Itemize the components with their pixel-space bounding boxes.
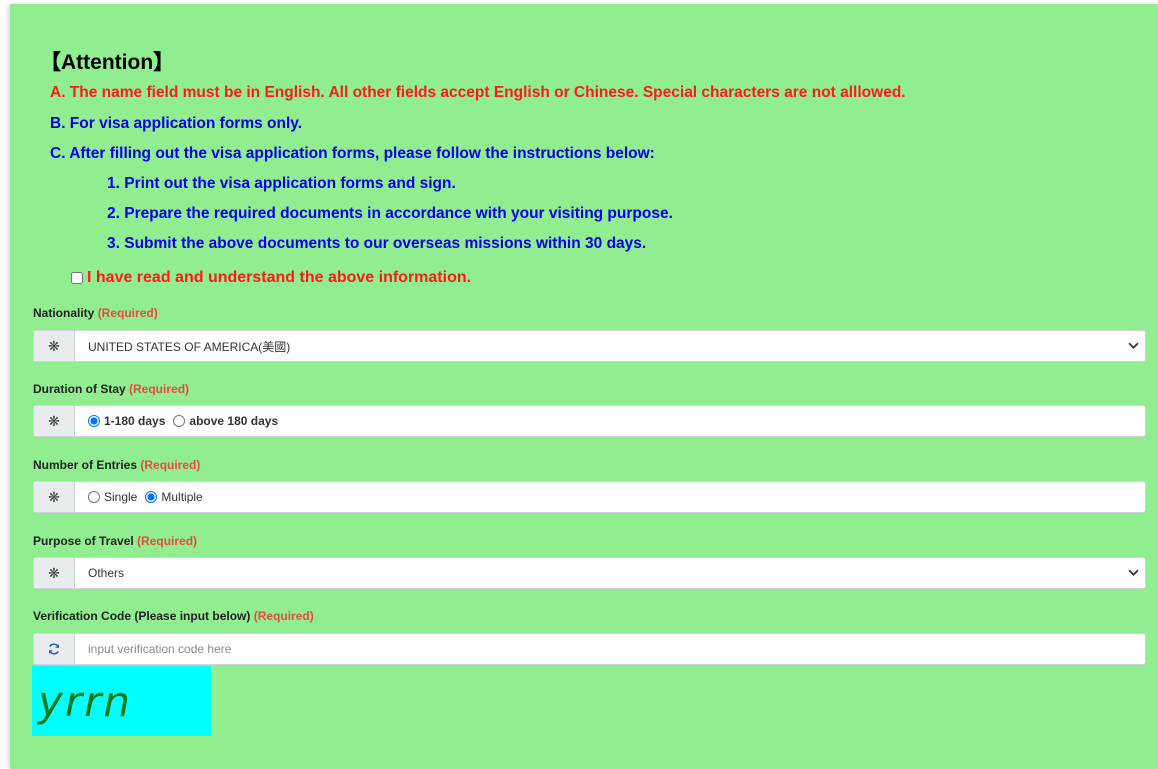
entries-label-text: Number of Entries <box>33 458 138 472</box>
nationality-value: UNITED STATES OF AMERICA(美國) <box>88 339 291 354</box>
entries-option-single-label: Single <box>104 490 138 504</box>
acknowledge-label: I have read and understand the above inf… <box>87 269 472 286</box>
purpose-label: Purpose of Travel (Required) <box>33 534 197 548</box>
entries-field: ❋ Single Multiple <box>33 481 1146 513</box>
entries-radio-multiple[interactable] <box>145 491 158 503</box>
duration-label: Duration of Stay (Required) <box>33 382 189 396</box>
instruction-step-2: 2. Prepare the required documents in acc… <box>107 205 673 222</box>
purpose-label-text: Purpose of Travel <box>33 534 134 548</box>
nationality-label: Nationality (Required) <box>33 306 158 320</box>
visa-form-panel: 【Attention】 A. The name field must be in… <box>10 4 1158 769</box>
attention-line-b: B. For visa application forms only. <box>50 115 303 132</box>
duration-option-long[interactable]: above 180 days <box>173 414 278 428</box>
purpose-select[interactable]: ❋ Others <box>33 557 1146 589</box>
required-tag: (Required) <box>137 534 198 548</box>
attention-title: 【Attention】 <box>40 51 175 74</box>
duration-radio-short[interactable] <box>88 415 100 427</box>
captcha-image: yrrn <box>32 666 211 736</box>
verification-label-text: Verification Code (Please input below) <box>33 609 251 623</box>
chevron-down-icon[interactable] <box>1128 340 1139 351</box>
instruction-step-3: 3. Submit the above documents to our ove… <box>107 235 647 252</box>
entries-label: Number of Entries (Required) <box>33 458 200 472</box>
duration-option-long-label: above 180 days <box>189 414 279 428</box>
duration-radio-long[interactable] <box>173 415 186 427</box>
duration-field: ❋ 1-180 days above 180 days <box>33 405 1146 437</box>
asterisk-icon: ❋ <box>34 482 75 512</box>
refresh-icon[interactable] <box>34 634 75 664</box>
asterisk-icon: ❋ <box>34 406 75 436</box>
acknowledge-checkbox[interactable] <box>71 272 83 284</box>
duration-option-short[interactable]: 1-180 days <box>88 414 165 428</box>
entries-option-multiple[interactable]: Multiple <box>145 490 203 504</box>
entries-radio-single[interactable] <box>88 491 100 503</box>
required-tag: (Required) <box>140 458 201 472</box>
captcha-text: yrrn <box>38 676 133 726</box>
nationality-label-text: Nationality <box>33 306 95 320</box>
instruction-step-1: 1. Print out the visa application forms … <box>107 175 456 192</box>
entries-option-multiple-label: Multiple <box>161 490 203 504</box>
required-tag: (Required) <box>253 609 314 623</box>
nationality-select[interactable]: ❋ UNITED STATES OF AMERICA(美國) <box>33 330 1146 362</box>
asterisk-icon: ❋ <box>34 558 75 588</box>
verification-field <box>33 633 1146 665</box>
duration-option-short-label: 1-180 days <box>104 414 166 428</box>
duration-label-text: Duration of Stay <box>33 382 126 396</box>
required-tag: (Required) <box>97 306 158 320</box>
attention-line-c: C. After filling out the visa applicatio… <box>50 145 655 162</box>
verification-code-input[interactable] <box>75 634 1145 664</box>
chevron-down-icon[interactable] <box>1128 567 1139 578</box>
attention-line-a: A. The name field must be in English. Al… <box>50 84 906 101</box>
asterisk-icon: ❋ <box>34 331 75 361</box>
verification-label: Verification Code (Please input below) (… <box>33 609 314 623</box>
acknowledge-row[interactable]: I have read and understand the above inf… <box>71 269 471 287</box>
entries-option-single[interactable]: Single <box>88 490 137 504</box>
purpose-value: Others <box>88 566 125 580</box>
required-tag: (Required) <box>129 382 190 396</box>
